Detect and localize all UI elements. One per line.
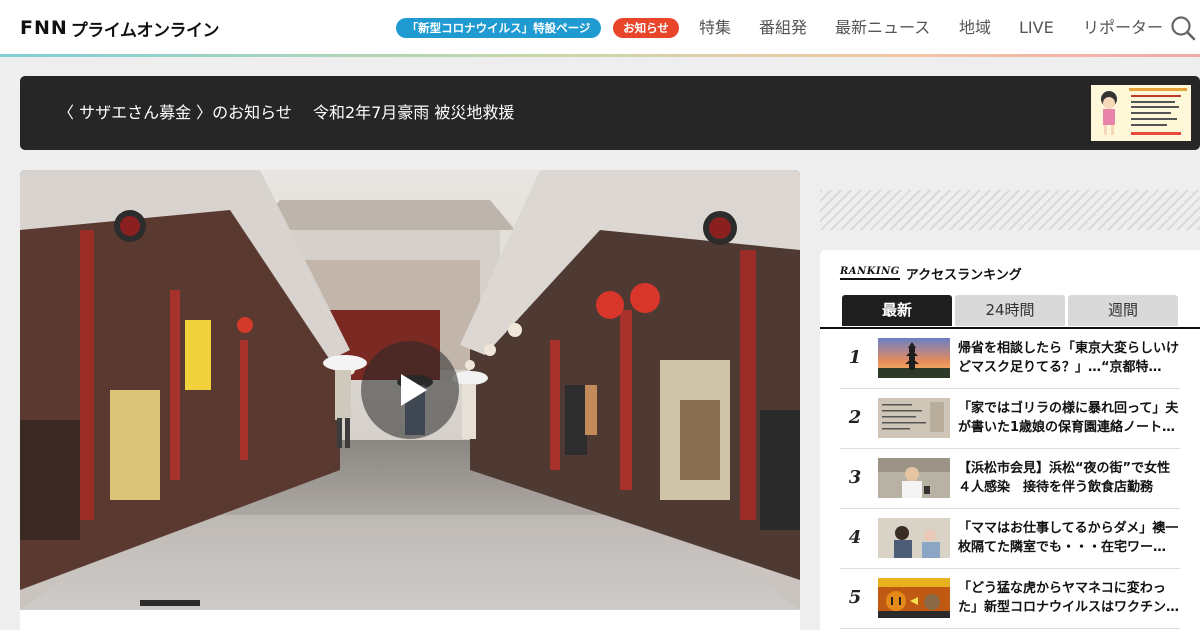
ranking-item-title: 「どう猛な虎からヤマネコに変わった」新型コロナウイルスはワクチン… — [958, 581, 1180, 615]
ranking-tabs: 最新 24時間 週間 — [820, 295, 1200, 329]
ad-placeholder — [820, 190, 1200, 230]
site-header: FNN プライムオンライン 「新型コロナウイルス」特設ページ お知らせ 特集 番… — [0, 0, 1200, 54]
play-icon — [401, 374, 427, 406]
play-button[interactable] — [361, 341, 459, 439]
kyoto-pagoda-thumbnail — [878, 338, 950, 378]
search-icon[interactable] — [1170, 15, 1196, 41]
nav-reporter[interactable]: リポーター — [1083, 17, 1163, 39]
header-gradient-rule — [0, 54, 1200, 57]
hero-caption-area — [20, 610, 800, 630]
rank-number: 3 — [848, 467, 862, 488]
ranking-item-title: 帰省を相談したら「東京大変らしいけどマスク足りてる？」…“京都特… — [958, 341, 1180, 375]
nav-latest-news[interactable]: 最新ニュース — [835, 17, 930, 39]
sazae-fund-flyer-image — [1091, 85, 1191, 141]
nav-programs[interactable]: 番組発 — [759, 17, 807, 39]
access-ranking-panel: RANKING アクセスランキング 最新 24時間 週間 1 帰省を相談したら「… — [820, 250, 1200, 630]
ranking-title: アクセスランキング — [905, 267, 1022, 283]
ranking-logo: RANKING — [840, 266, 900, 280]
ranking-item[interactable]: 1 帰省を相談したら「東京大変らしいけどマスク足りてる？」…“京都特… — [840, 329, 1180, 389]
logo-mark: FNN — [20, 17, 68, 39]
banner-text: 〈 サザエさん募金 〉のお知らせ 令和2年7月豪雨 被災地救援 — [58, 103, 515, 122]
nav-live[interactable]: LIVE — [1019, 17, 1054, 39]
ranking-item[interactable]: 2 「家ではゴリラの様に暴れ回って」夫が書いた1歳娘の保育園連絡ノート… — [840, 389, 1180, 449]
notice-button[interactable]: お知らせ — [613, 18, 679, 38]
tab-latest[interactable]: 最新 — [842, 295, 952, 326]
tab-24-hours[interactable]: 24時間 — [955, 295, 1065, 326]
ranking-item[interactable]: 3 【浜松市会見】浜松“夜の街”で女性４人感染 接待を伴う飲食店勤務 — [840, 449, 1180, 509]
ranking-header: RANKING アクセスランキング — [840, 264, 1022, 283]
rank-number: 5 — [848, 587, 862, 608]
rank-number: 1 — [848, 347, 862, 368]
notebook-thumbnail — [878, 398, 950, 438]
rank-number: 2 — [848, 407, 862, 428]
corona-special-page-button[interactable]: 「新型コロナウイルス」特設ページ — [396, 18, 601, 38]
logo-text: プライムオンライン — [70, 20, 220, 41]
ranking-item[interactable]: 5 「どう猛な虎からヤマネコに変わった」新型コロナウイルスはワクチン… — [840, 569, 1180, 629]
nav-region[interactable]: 地域 — [959, 17, 991, 39]
press-conference-thumbnail — [878, 458, 950, 498]
tab-weekly[interactable]: 週間 — [1068, 295, 1178, 326]
ranking-item-title: 「ママはお仕事してるからダメ」襖一枚隔てた隣室でも・・・在宅ワー… — [958, 521, 1179, 555]
sazae-fund-banner[interactable]: 〈 サザエさん募金 〉のお知らせ 令和2年7月豪雨 被災地救援 — [20, 76, 1200, 150]
rank-number: 4 — [848, 527, 862, 548]
remote-work-thumbnail — [878, 518, 950, 558]
ranking-item-title: 「家ではゴリラの様に暴れ回って」夫が書いた1歳娘の保育園連絡ノート… — [958, 401, 1179, 435]
ranking-item[interactable]: 4 「ママはお仕事してるからダメ」襖一枚隔てた隣室でも・・・在宅ワー… — [840, 509, 1180, 569]
nav-features[interactable]: 特集 — [699, 17, 731, 39]
ranking-item-title: 【浜松市会見】浜松“夜の街”で女性４人感染 接待を伴う飲食店勤務 — [958, 461, 1171, 495]
site-logo[interactable]: FNN プライムオンライン — [20, 16, 220, 41]
hero-video[interactable] — [20, 170, 800, 610]
tiger-wildcat-thumbnail — [878, 578, 950, 618]
